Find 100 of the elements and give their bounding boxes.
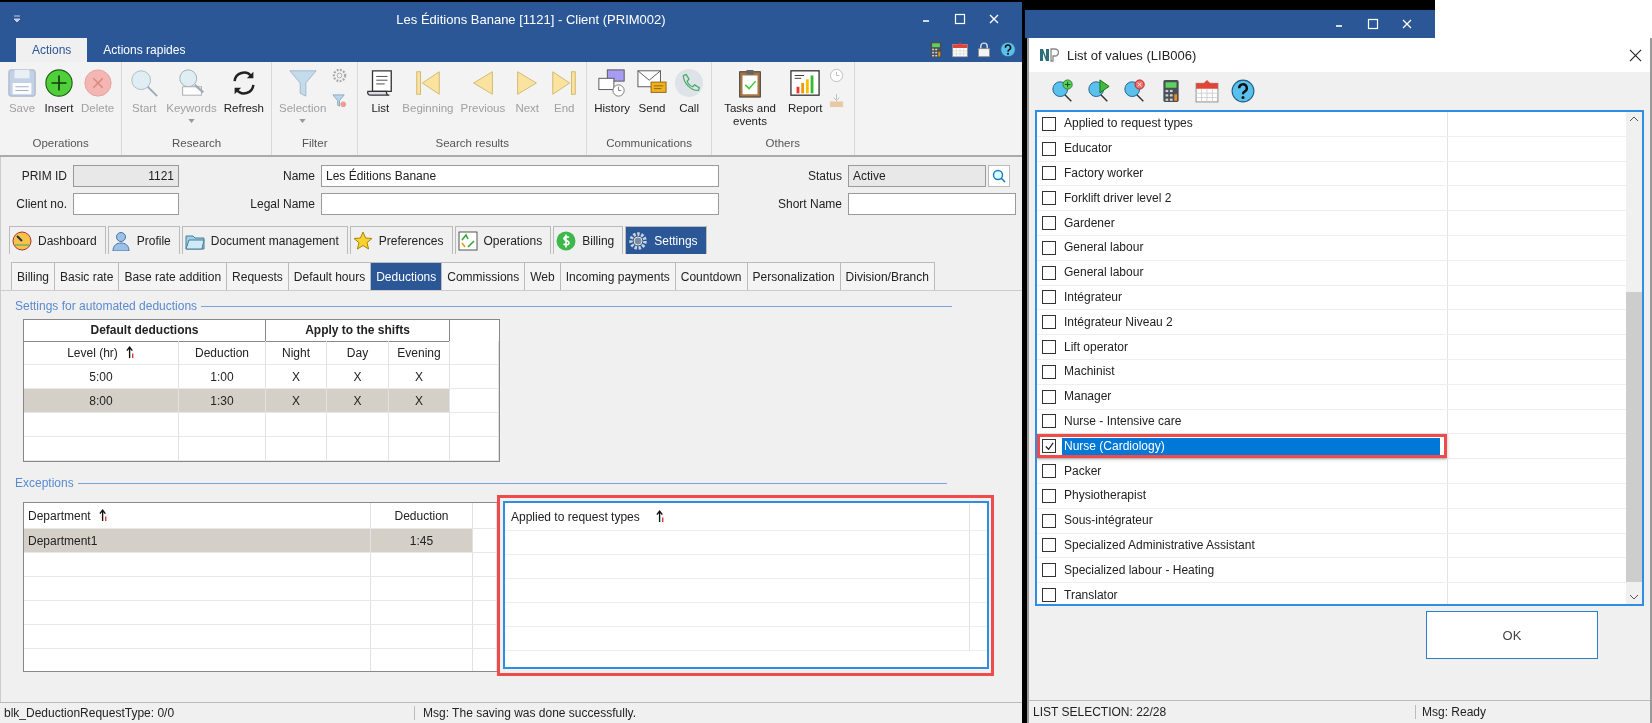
item-label: Forklift driver level 2	[1063, 189, 1173, 207]
ok-button[interactable]: OK	[1426, 611, 1598, 659]
table-cell: X	[389, 389, 450, 413]
tab[interactable]: Deductions	[370, 262, 443, 290]
column-header[interactable]: Deduction	[179, 341, 266, 365]
item-label: Specialized labour - Heating	[1063, 561, 1216, 579]
ribbon-button[interactable]: Insert	[41, 66, 77, 130]
column-header[interactable]: Day	[327, 341, 389, 365]
item-label: Nurse (Cardiology)	[1062, 437, 1440, 455]
input-field[interactable]: 1121	[73, 165, 179, 187]
list-item[interactable]: Forklift driver level 2	[1037, 186, 1447, 211]
list-item[interactable]: General labour	[1037, 260, 1447, 285]
tab[interactable]: Personalization	[746, 262, 841, 290]
item-label: Educator	[1063, 140, 1114, 158]
column-header[interactable]: Night	[266, 341, 327, 365]
field-label: Name	[282, 169, 315, 183]
list-item[interactable]: Sous-intégrateur	[1037, 508, 1447, 533]
tab[interactable]: Settings	[625, 226, 707, 254]
item-label: Gardener	[1063, 214, 1116, 232]
list-item[interactable]: Lift operator	[1037, 335, 1447, 359]
input-field[interactable]: Active	[848, 165, 986, 187]
item-label: Intégrateur Niveau 2	[1063, 313, 1174, 331]
group-label: Search results	[434, 137, 511, 151]
column-group-header: Apply to the shifts	[266, 320, 450, 342]
tab[interactable]: Billing	[553, 226, 624, 254]
ribbon-button[interactable]: Tasks and events	[716, 66, 785, 130]
ribbon-button[interactable]: List	[362, 66, 399, 130]
group-label: Others	[764, 137, 802, 151]
tab[interactable]: Commissions	[441, 262, 526, 290]
item-label: Factory worker	[1063, 165, 1145, 182]
tab[interactable]: Web	[524, 262, 561, 290]
item-label: Packer	[1063, 462, 1103, 480]
input-field[interactable]: Les Éditions Banane	[321, 165, 719, 187]
column-header[interactable]: Evening	[389, 341, 450, 365]
list-item[interactable]: General labour	[1037, 236, 1447, 260]
item-label: General labour	[1063, 239, 1145, 257]
tab[interactable]: Incoming payments	[559, 262, 676, 290]
list-item[interactable]: Gardener	[1037, 211, 1447, 235]
tab[interactable]: Profile	[107, 226, 180, 254]
list-item[interactable]: Nurse (Cardiology)	[1037, 434, 1447, 459]
status-message: Msg: Ready	[1421, 705, 1487, 719]
list-item[interactable]: Physiotherapist	[1037, 483, 1447, 508]
list-item[interactable]: Intégrateur	[1037, 285, 1447, 310]
table-cell: 8:00	[24, 389, 179, 413]
tab[interactable]: Default hours	[287, 262, 372, 290]
status-message: Msg: The saving was done successfully.	[422, 706, 636, 720]
table-row[interactable]: 8:00 1:30 X X X	[24, 389, 499, 413]
list-item[interactable]: Intégrateur Niveau 2	[1037, 310, 1447, 335]
section-title: Settings for automated deductions	[15, 299, 198, 313]
list-item[interactable]: Packer	[1037, 459, 1447, 483]
item-label: Translator	[1063, 586, 1119, 604]
item-label: Physiotherapist	[1063, 487, 1148, 505]
ribbon-tab[interactable]: Actions rapides	[87, 38, 202, 62]
column-header[interactable]: Level (hr)	[24, 341, 179, 365]
tab[interactable]: Document management	[181, 226, 348, 254]
list-item[interactable]: Machinist	[1037, 359, 1447, 384]
table-row[interactable]: Department1 1:45	[24, 529, 497, 553]
item-label: Lift operator	[1063, 338, 1130, 356]
item-label: Machinist	[1063, 363, 1116, 381]
list-item[interactable]: Applied to request types	[1037, 112, 1447, 136]
table-cell: 1:30	[179, 389, 266, 413]
group-label: Research	[171, 137, 223, 151]
tab[interactable]: Billing	[11, 262, 55, 290]
table-cell: Department1	[24, 529, 371, 553]
ribbon-button[interactable]: History	[591, 66, 634, 130]
tab[interactable]: Countdown	[674, 262, 748, 290]
list-item[interactable]: Manager	[1037, 384, 1447, 409]
list-item[interactable]: Educator	[1037, 136, 1447, 161]
item-label: Applied to request types	[1063, 115, 1194, 133]
tab[interactable]: Requests	[226, 262, 289, 290]
ribbon-tab[interactable]: Actions	[16, 38, 88, 62]
list-item[interactable]: Nurse - Intensive care	[1037, 409, 1447, 434]
ribbon-button[interactable]: Report	[785, 66, 826, 130]
list-item[interactable]: Translator	[1037, 583, 1447, 604]
field-label: PRIM ID	[20, 169, 67, 183]
column-header[interactable]: Applied to request types	[505, 503, 970, 531]
table-cell: X	[327, 389, 389, 413]
status-text: blk_DeductionRequestType: 0/0	[0, 706, 415, 720]
window-title: Les Éditions Banane [1121] - Client (PRIM002)	[395, 11, 667, 27]
list-item[interactable]: Factory worker	[1037, 161, 1447, 186]
ribbon-button[interactable]: Call	[671, 66, 708, 130]
field-label: Status	[806, 169, 842, 183]
field-label: Client no.	[15, 197, 67, 211]
group-label: Filter	[300, 137, 329, 151]
ribbon-button[interactable]: Send	[634, 66, 671, 130]
list-item[interactable]: Specialized Administrative Assistant	[1037, 533, 1447, 558]
tab[interactable]: Basic rate	[54, 262, 120, 290]
group-label: Operations	[31, 137, 90, 151]
field-label: Legal Name	[249, 197, 315, 211]
tab[interactable]: Operations	[454, 226, 552, 254]
group-label: Communications	[605, 137, 693, 151]
table-cell: 1:45	[371, 529, 473, 553]
tab[interactable]: Division/Branch	[839, 262, 935, 290]
tab[interactable]: Preferences	[349, 226, 453, 254]
item-label: General labour	[1063, 264, 1145, 282]
ribbon-button[interactable]: Refresh	[220, 66, 268, 130]
tab[interactable]: Dashboard	[9, 226, 106, 254]
item-label: Intégrateur	[1063, 288, 1124, 306]
list-item[interactable]: Specialized labour - Heating	[1037, 558, 1447, 583]
tab[interactable]: Base rate addition	[118, 262, 228, 290]
